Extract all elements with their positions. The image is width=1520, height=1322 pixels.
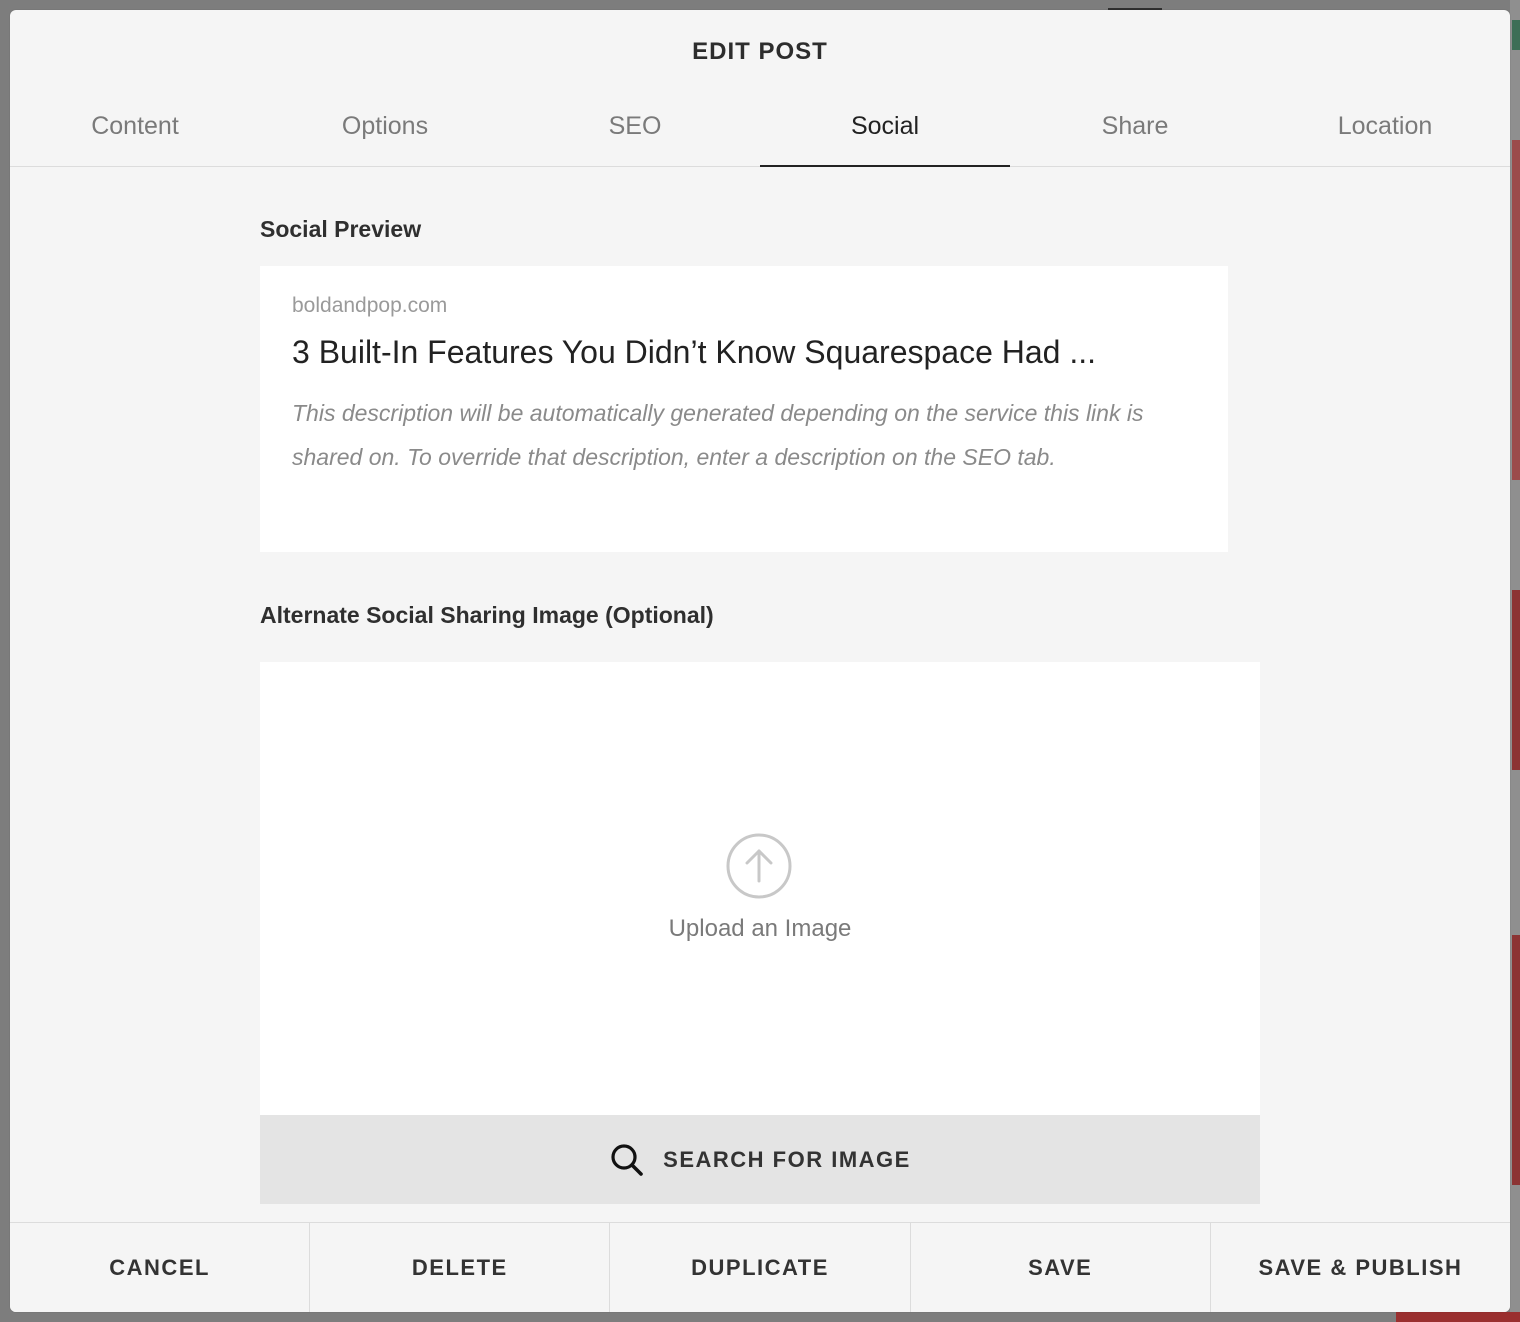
background-decoration xyxy=(1512,590,1520,770)
upload-image-dropzone[interactable]: Upload an Image xyxy=(260,662,1260,1115)
tab-options[interactable]: Options xyxy=(260,90,510,166)
delete-button[interactable]: DELETE xyxy=(310,1223,611,1312)
image-upload-box: Upload an Image SEARCH FOR IMAGE xyxy=(260,662,1260,1204)
footer-action-bar: CANCEL DELETE DUPLICATE SAVE SAVE & PUBL… xyxy=(10,1222,1510,1312)
background-decoration xyxy=(1512,20,1520,50)
edit-post-modal: EDIT POST Content Options SEO Social Sha… xyxy=(10,10,1510,1312)
save-and-publish-button[interactable]: SAVE & PUBLISH xyxy=(1211,1223,1510,1312)
preview-title: 3 Built-In Features You Didn’t Know Squa… xyxy=(292,334,1097,370)
save-button[interactable]: SAVE xyxy=(911,1223,1211,1312)
background-decoration xyxy=(1512,140,1520,480)
social-preview-heading: Social Preview xyxy=(260,216,422,242)
background-decoration xyxy=(1512,935,1520,1185)
preview-description: This description will be automatically g… xyxy=(292,400,1144,470)
search-for-image-button[interactable]: SEARCH FOR IMAGE xyxy=(260,1115,1260,1204)
upload-arrow-circle-icon xyxy=(726,833,792,899)
tab-share[interactable]: Share xyxy=(1010,90,1260,166)
preview-domain: boldandpop.com xyxy=(292,294,448,317)
search-for-image-label: SEARCH FOR IMAGE xyxy=(663,1146,911,1172)
tab-location[interactable]: Location xyxy=(1260,90,1510,166)
background-decoration xyxy=(1396,1312,1520,1322)
tab-content[interactable]: Content xyxy=(10,90,260,166)
cancel-button[interactable]: CANCEL xyxy=(10,1223,311,1312)
tab-social[interactable]: Social xyxy=(760,90,1010,167)
duplicate-button[interactable]: DUPLICATE xyxy=(610,1223,911,1312)
modal-title: EDIT POST xyxy=(692,38,828,65)
social-preview-card: boldandpop.com 3 Built-In Features You D… xyxy=(260,266,1228,552)
alternate-image-heading: Alternate Social Sharing Image (Optional… xyxy=(260,602,714,628)
upload-image-label: Upload an Image xyxy=(668,915,852,942)
tab-seo[interactable]: SEO xyxy=(510,90,760,166)
tab-bar: Content Options SEO Social Share Locatio… xyxy=(10,90,1510,167)
search-icon xyxy=(611,1143,643,1176)
